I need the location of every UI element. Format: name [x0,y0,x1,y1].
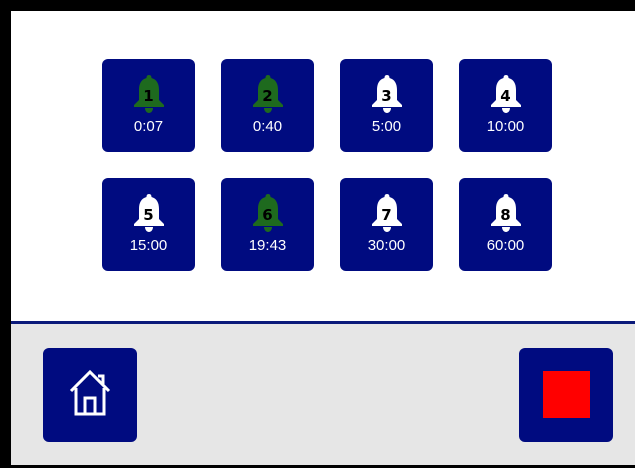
timer-time: 30:00 [367,237,406,254]
timer-button-5[interactable]: 5 15:00 [102,178,195,271]
timer-number: 5 [143,206,154,224]
timer-time: 10:00 [486,118,525,135]
bell-icon: 3 [367,73,407,115]
timer-time: 0:40 [252,118,283,135]
bell-icon: 1 [129,73,169,115]
timer-number: 2 [262,87,273,105]
timer-button-4[interactable]: 4 10:00 [459,59,552,152]
timer-button-8[interactable]: 8 60:00 [459,178,552,271]
timer-button-1[interactable]: 1 0:07 [102,59,195,152]
timer-number: 3 [381,87,392,105]
timer-time: 15:00 [129,237,168,254]
bell-icon: 8 [486,192,526,234]
timer-time: 19:43 [248,237,287,254]
home-icon [69,369,111,416]
timer-button-7[interactable]: 7 30:00 [340,178,433,271]
bell-icon: 6 [248,192,288,234]
bell-icon: 2 [248,73,288,115]
timer-number: 8 [500,206,511,224]
bell-icon: 5 [129,192,169,234]
stop-icon [543,371,590,418]
timer-button-2[interactable]: 2 0:40 [221,59,314,152]
bell-icon: 4 [486,73,526,115]
bell-icon: 7 [367,192,407,234]
timer-time: 0:07 [133,118,164,135]
timer-panel [11,11,635,321]
timer-number: 7 [381,206,392,224]
timer-button-3[interactable]: 3 5:00 [340,59,433,152]
timer-button-6[interactable]: 6 19:43 [221,178,314,271]
timer-number: 1 [143,87,154,105]
timer-number: 4 [500,87,511,105]
stop-button[interactable] [519,348,613,442]
timer-time: 60:00 [486,237,525,254]
timer-number: 6 [262,206,273,224]
timer-time: 5:00 [371,118,402,135]
home-button[interactable] [43,348,137,442]
